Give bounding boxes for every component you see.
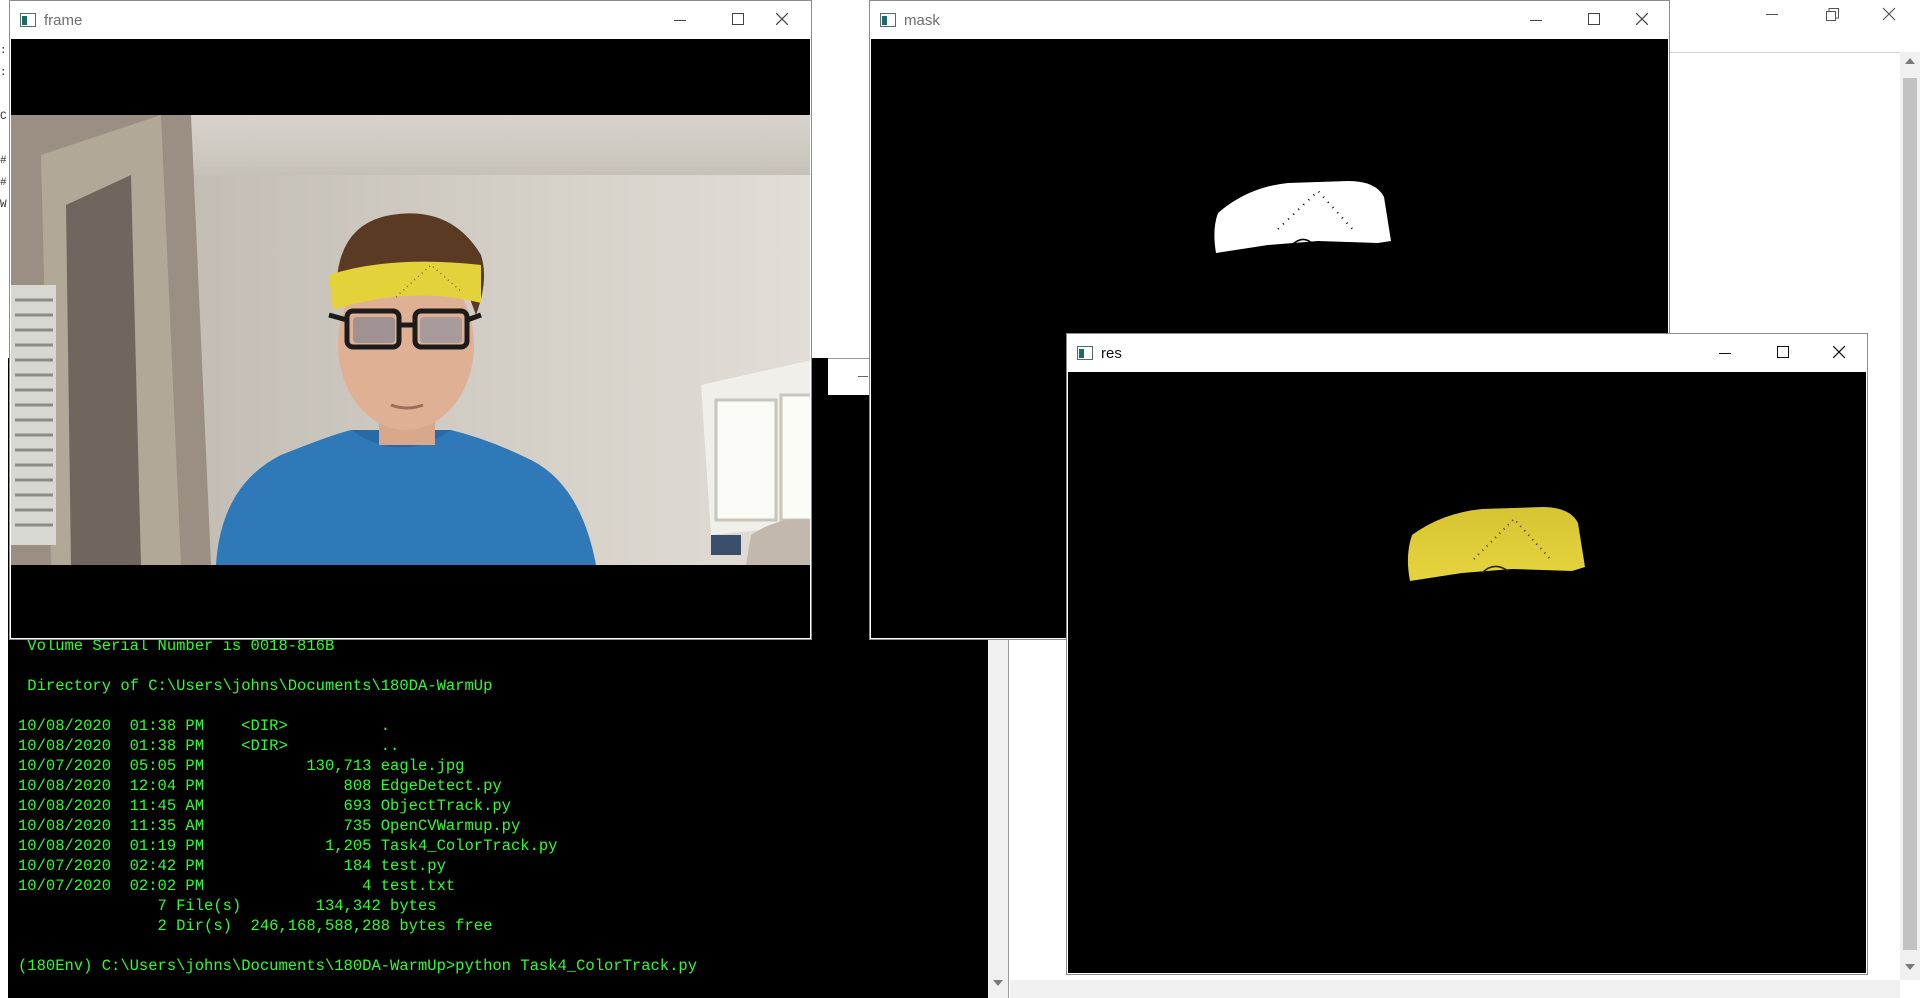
restore-icon[interactable] xyxy=(1826,8,1839,21)
console-line: 10/08/2020 11:45 AM 693 ObjectTrack.py xyxy=(18,797,511,815)
console-line: 7 File(s) 134,342 bytes xyxy=(18,897,437,915)
console-line: 10/08/2020 01:38 PM <DIR> . xyxy=(18,717,391,735)
console-line: 10/08/2020 12:04 PM 808 EdgeDetect.py xyxy=(18,777,502,795)
frame-video xyxy=(11,39,810,638)
close-icon xyxy=(776,13,788,25)
minimize-icon xyxy=(1719,353,1731,354)
console-line: 10/07/2020 05:05 PM 130,713 eagle.jpg xyxy=(18,757,465,775)
res-titlebar[interactable]: res xyxy=(1067,334,1867,372)
close-button[interactable] xyxy=(754,1,812,39)
console-line: 10/08/2020 01:19 PM 1,205 Task4_ColorTra… xyxy=(18,837,558,855)
frame-titlebar[interactable]: frame xyxy=(10,1,811,39)
minimize-button[interactable] xyxy=(652,1,710,39)
minimize-button[interactable] xyxy=(1697,334,1755,372)
console-line: 10/08/2020 11:35 AM 735 OpenCVWarmup.py xyxy=(18,817,521,835)
scroll-down-arrow[interactable] xyxy=(993,980,1003,986)
window-app-icon xyxy=(20,13,36,27)
background-window-divider xyxy=(1670,52,1900,53)
close-icon[interactable] xyxy=(1882,7,1896,21)
window-title: frame xyxy=(44,12,83,29)
console-line: 10/07/2020 02:02 PM 4 test.txt xyxy=(18,877,456,895)
maximize-icon xyxy=(732,13,744,25)
console-line: 10/08/2020 01:38 PM <DIR> .. xyxy=(18,737,400,755)
scroll-up-arrow[interactable] xyxy=(1905,58,1915,64)
background-horizontal-scrollbar[interactable] xyxy=(1010,980,1900,998)
window-app-icon xyxy=(1077,346,1093,360)
minimize-icon[interactable] xyxy=(1766,14,1778,16)
window-title: mask xyxy=(904,12,940,29)
res-image xyxy=(1068,372,1866,973)
background-vertical-scrollbar[interactable] xyxy=(1900,52,1920,980)
window-app-icon xyxy=(880,13,896,27)
scroll-down-arrow[interactable] xyxy=(1905,964,1915,970)
console-line: Directory of C:\Users\johns\Documents\18… xyxy=(18,677,493,695)
mask-titlebar[interactable]: mask xyxy=(870,1,1669,39)
close-icon xyxy=(1833,346,1845,358)
frame-window[interactable]: frame xyxy=(9,0,812,640)
window-title: res xyxy=(1101,345,1122,362)
background-window-titlebar xyxy=(1670,0,1920,30)
console-line: 2 Dir(s) 246,168,588,288 bytes free xyxy=(18,917,493,935)
console-line: (180Env) C:\Users\johns\Documents\180DA-… xyxy=(18,957,698,975)
maximize-icon xyxy=(1588,13,1600,25)
close-icon xyxy=(1636,13,1648,25)
minimize-icon xyxy=(674,20,686,21)
scroll-thumb[interactable] xyxy=(1903,78,1917,950)
mask-blob xyxy=(1214,181,1391,253)
close-button[interactable] xyxy=(1811,334,1869,372)
close-button[interactable] xyxy=(1614,1,1672,39)
console-line: 10/07/2020 02:42 PM 184 test.py xyxy=(18,857,446,875)
maximize-icon xyxy=(1777,346,1789,358)
minimize-icon xyxy=(1530,20,1542,21)
webcam-frame-image xyxy=(11,115,810,565)
res-window[interactable]: res xyxy=(1066,333,1868,975)
res-headband-blob xyxy=(1407,507,1585,581)
minimize-button[interactable] xyxy=(1508,1,1566,39)
maximize-button[interactable] xyxy=(1755,334,1813,372)
